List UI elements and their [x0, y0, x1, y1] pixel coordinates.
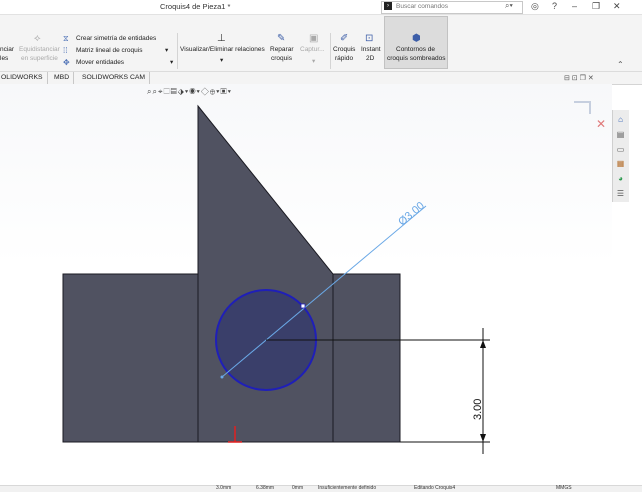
capture-dropdown-icon[interactable]: ▾ — [312, 58, 315, 66]
status-y: 6.38mm — [256, 485, 275, 491]
linear-pattern-icon: ⁞⁞ — [63, 46, 68, 55]
tab-solidworks[interactable]: OLIDWORKS — [0, 72, 48, 84]
status-units[interactable]: MMGS — [556, 485, 572, 491]
circle-handle[interactable] — [300, 303, 306, 309]
appearance-icon[interactable]: ◕ — [615, 173, 626, 184]
arrow-icon — [480, 340, 486, 348]
home-icon[interactable]: ⌂ — [615, 114, 626, 125]
triangular-rib — [197, 104, 334, 443]
panel-controls-icon[interactable]: ⊟ ⊡ ❐ ✕ — [564, 74, 594, 82]
shaded-contours-label-1[interactable]: Contornos de — [396, 46, 435, 54]
instant2d-label-2[interactable]: 2D — [366, 55, 374, 63]
shaded-contours-label-2[interactable]: croquis sombreados — [387, 55, 446, 63]
mirror-entities-button[interactable]: Crear simetría de entidades — [76, 35, 156, 43]
tab-solidworks-cam[interactable]: SOLIDWORKS CAM — [78, 72, 151, 84]
move-entities-button[interactable]: Mover entidades — [76, 59, 124, 67]
height-dimension-label[interactable]: 3.00 — [472, 399, 484, 420]
search-icon[interactable]: ⌕▾ — [505, 1, 513, 11]
instant2d-label-1[interactable]: Instant — [361, 46, 381, 54]
search-input[interactable]: Buscar comandos — [396, 3, 448, 10]
collapse-ribbon-icon[interactable]: ⌃ — [617, 60, 624, 69]
close-icon[interactable]: ✕ — [613, 1, 621, 12]
linear-pattern-button[interactable]: Matriz lineal de croquis — [76, 47, 142, 55]
sketch-canvas[interactable]: Ø3.00 3.00 ✕ — [0, 84, 612, 486]
title-bar — [0, 0, 642, 15]
status-editing: Editando Croquis4 — [414, 485, 456, 491]
status-definition: Insuficientemente definido — [318, 485, 377, 491]
tab-mbd[interactable]: MBD — [50, 72, 75, 84]
help-icon[interactable]: ? — [552, 1, 557, 11]
minimize-icon[interactable]: – — [572, 1, 577, 11]
capture-button[interactable]: Captur... — [300, 46, 325, 54]
resources-icon[interactable]: ▤ — [615, 129, 626, 140]
relations-icon: ⊥ — [217, 33, 226, 44]
shaded-contours-icon: ⬢ — [412, 33, 421, 44]
window-title: Croquis4 de Pieza1 * — [160, 2, 231, 11]
arrow-icon — [480, 434, 486, 442]
status-x: 3.0mm — [216, 485, 232, 491]
cut-label-2: les — [0, 55, 9, 62]
status-z: 0mm — [292, 485, 304, 491]
repair-sketch-icon: ✎ — [277, 33, 286, 44]
ribbon-separator — [330, 33, 331, 69]
user-icon[interactable]: ◎ — [531, 1, 539, 12]
dimension-endpoint — [220, 375, 224, 379]
quick-sketch-label-1[interactable]: Croquis — [333, 46, 355, 54]
display-delete-relations-button[interactable]: Visualizar/Eliminar relaciones — [180, 46, 265, 54]
repair-sketch-label-2[interactable]: croquis — [271, 55, 292, 63]
folder-icon[interactable]: ▭ — [615, 144, 626, 155]
capture-icon: ▣ — [309, 33, 319, 44]
quick-sketch-label-2[interactable]: rápido — [335, 55, 353, 63]
cancel-corner-icon[interactable]: ✕ — [596, 117, 606, 131]
relations-dropdown-icon[interactable]: ▾ — [220, 57, 223, 65]
offset-surface-label-1[interactable]: Equidistanciar — [19, 46, 60, 54]
properties-icon[interactable]: ☰ — [615, 188, 626, 199]
ribbon-separator — [177, 33, 178, 69]
restore-icon[interactable]: ❐ — [592, 1, 600, 12]
quick-sketch-icon: ✐ — [340, 33, 349, 44]
linear-pattern-dropdown-icon[interactable]: ▾ — [165, 47, 168, 55]
terminal-icon: › — [384, 2, 392, 10]
mirror-icon: ⧖ — [63, 34, 69, 43]
cut-label-1: nciar — [0, 46, 15, 53]
move-icon: ✥ — [63, 58, 70, 67]
diameter-dimension-label[interactable]: Ø3.00 — [396, 200, 427, 228]
library-icon[interactable]: ▦ — [615, 158, 626, 169]
instant2d-icon: ⊡ — [365, 33, 374, 44]
part-body — [62, 104, 401, 443]
move-dropdown-icon[interactable]: ▾ — [170, 59, 173, 67]
offset-surface-label-2[interactable]: en superficie — [21, 55, 58, 63]
repair-sketch-label-1[interactable]: Reparar — [270, 46, 293, 54]
offset-surface-icon: ⟡ — [34, 33, 41, 44]
confirm-corner-icon[interactable] — [574, 101, 591, 114]
